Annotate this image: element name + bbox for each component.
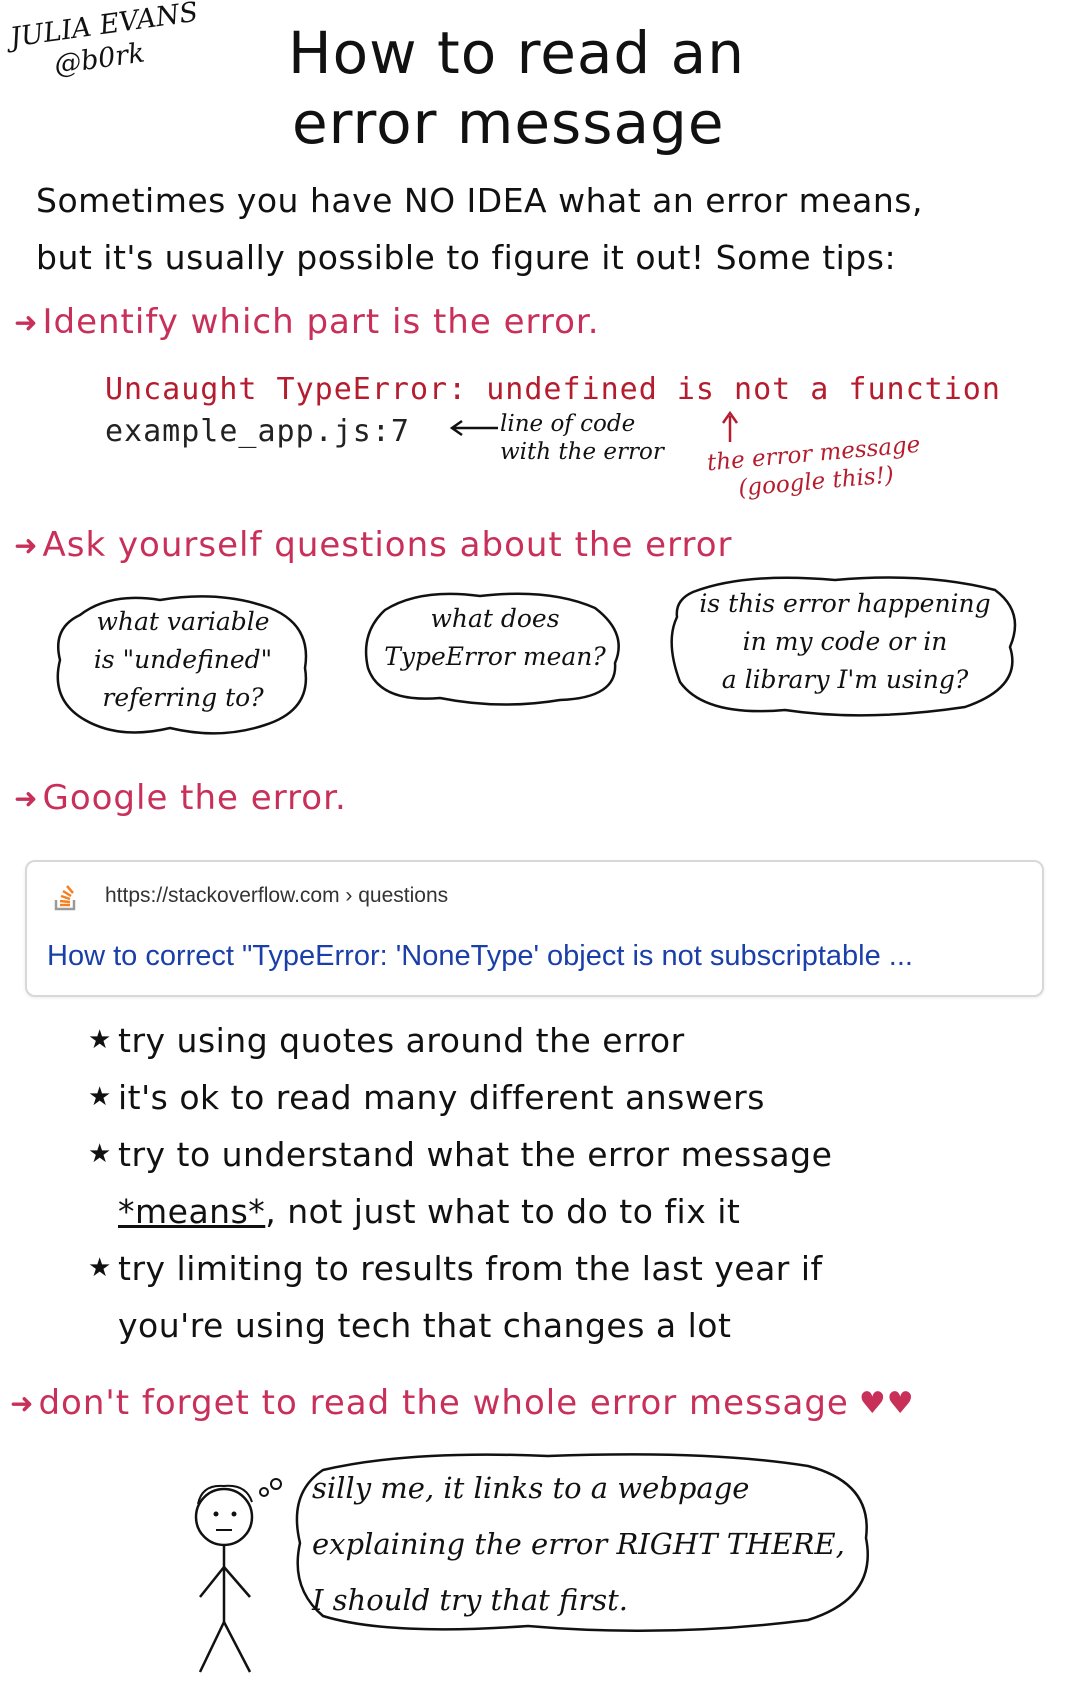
thought-line-1: silly me, it links to a webpage [312,1471,750,1505]
right-arrow-icon: ➜ [14,781,39,815]
left-arrow-icon [449,419,498,437]
question-3-line-2: in my code or in [742,627,948,656]
intro-line-2: but it's usually possible to figure it o… [36,238,897,277]
annotation-line-of-code-2: with the error [500,439,664,465]
tip-identify: ➜ Identify which part is the error. [14,302,600,342]
google-tip-3-means: *means* [118,1192,266,1231]
question-1-text: what variable is "undefined" referring t… [68,603,298,717]
google-tip-4-line-2: you're using tech that changes a lot [118,1306,732,1345]
google-tip-4-line-1: try limiting to results from the last ye… [118,1249,823,1288]
star-bullet-icon: ★ [88,1025,112,1055]
star-bullet-icon: ★ [88,1139,112,1169]
star-bullet-icon: ★ [88,1082,112,1112]
author-signature: JULIA EVANS @b0rk [8,0,205,87]
right-arrow-icon: ➜ [14,305,39,339]
google-tips-list: ★ try using quotes around the error ★ it… [88,1012,832,1354]
right-arrow-icon: ➜ [10,1386,35,1420]
tip-read-whole-label: don't forget to read the whole error mes… [38,1383,849,1423]
right-arrow-icon: ➜ [14,528,39,562]
stick-figure-icon [194,1478,282,1673]
thought-line-2: explaining the error RIGHT THERE, [312,1527,845,1561]
list-item-continued: *means* , not just what to do to fix it [88,1183,832,1240]
question-1-line-2: is "undefined" [93,645,273,674]
list-item: ★ it's ok to read many different answers [88,1069,832,1126]
google-tip-3-line-1: try to understand what the error message [118,1135,833,1174]
heart-icon: ♥♥ [858,1385,915,1421]
intro-line-1: Sometimes you have NO IDEA what an error… [36,181,923,220]
google-tip-3-rest: , not just what to do to fix it [265,1192,741,1231]
list-item: ★ try limiting to results from the last … [88,1240,832,1297]
title-line-2: error message [292,89,725,157]
search-result-card[interactable]: https://stackoverflow.com › questions Ho… [25,860,1044,997]
google-tip-1: try using quotes around the error [118,1021,685,1060]
annotation-line-of-code: line of code with the error [500,410,664,466]
search-result-url: https://stackoverflow.com › questions [105,884,449,907]
stackoverflow-icon [54,885,76,911]
list-item: ★ try to understand what the error messa… [88,1126,832,1183]
question-3-text: is this error happening in my code or in… [680,585,1010,699]
search-result-link[interactable]: How to correct "TypeError: 'NoneType' ob… [47,940,913,973]
question-2-line-2: TypeError mean? [384,642,606,671]
tip-identify-label: Identify which part is the error. [42,302,600,342]
tip-ask-label: Ask yourself questions about the error [42,525,733,565]
question-3-line-3: a library I'm using? [721,665,969,694]
tip-google: ➜ Google the error. [14,778,347,818]
page-title: How to read an error message [288,18,745,158]
question-2-line-1: what does [430,604,560,633]
list-item: ★ try using quotes around the error [88,1012,832,1069]
tip-google-label: Google the error. [42,778,347,818]
question-2-text: what does TypeError mean? [370,600,620,676]
intro-text: Sometimes you have NO IDEA what an error… [36,172,923,286]
thought-bubble-text: silly me, it links to a webpage explaini… [312,1460,845,1628]
title-line-1: How to read an [288,19,745,87]
thought-line-3: I should try that first. [312,1583,628,1617]
up-arrow-icon [721,410,739,442]
question-1-line-3: referring to? [102,683,264,712]
google-tip-2: it's ok to read many different answers [118,1078,765,1117]
annotation-line-of-code-1: line of code [500,411,636,437]
question-3-line-1: is this error happening [699,589,991,618]
code-error-line: Uncaught TypeError: undefined is not a f… [105,372,1001,407]
tip-ask-questions: ➜ Ask yourself questions about the error [14,525,732,565]
code-file-line: example_app.js:7 [105,414,410,449]
tip-read-whole: ➜ don't forget to read the whole error m… [10,1383,915,1423]
star-bullet-icon: ★ [88,1253,112,1283]
question-1-line-1: what variable [96,607,270,636]
list-item-continued: you're using tech that changes a lot [88,1297,832,1354]
